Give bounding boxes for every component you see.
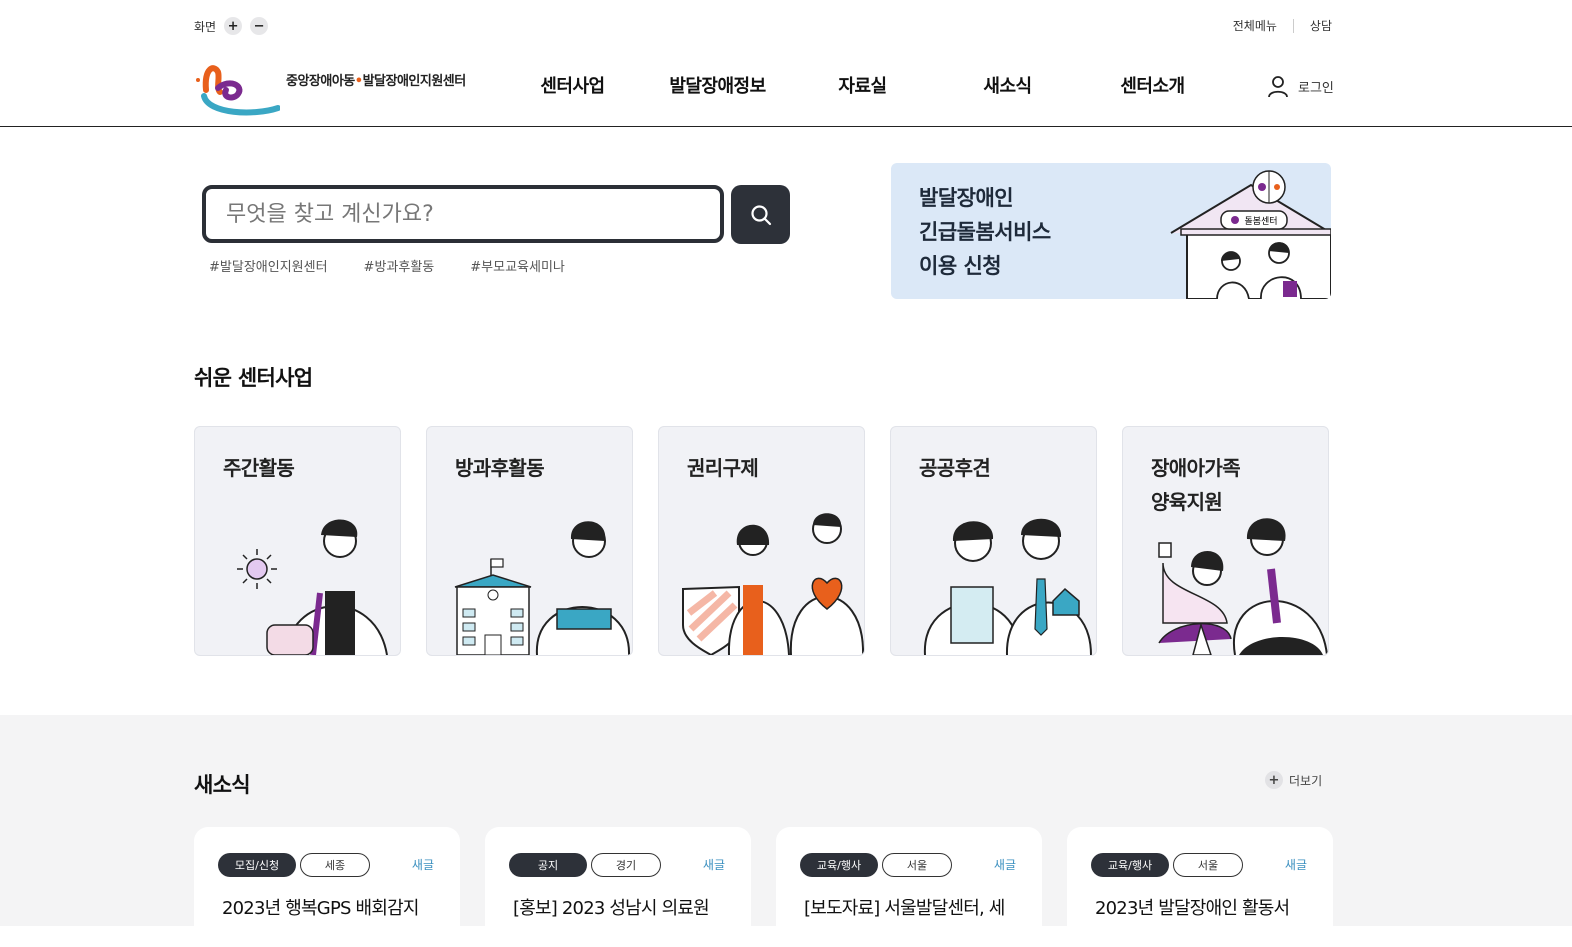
banner-sign: 돌봄센터 — [1244, 216, 1277, 227]
news-card[interactable]: 교육/행사 서울 새글 [보도자료] 서울발달센터, 세 — [776, 827, 1042, 947]
search-input[interactable] — [226, 201, 720, 227]
more-link[interactable]: + 더보기 — [1265, 771, 1322, 789]
news-card[interactable]: 교육/행사 서울 새글 2023년 발달장애인 활동서 — [1067, 827, 1333, 947]
consult-link[interactable]: 상담 — [1310, 17, 1332, 34]
new-badge: 새글 — [1284, 858, 1307, 872]
region-badge: 서울 — [882, 853, 952, 877]
plus-icon: + — [1265, 771, 1283, 789]
weekday-activity-illustration — [237, 519, 388, 655]
nav-center-business[interactable]: 센터사업 — [500, 72, 645, 98]
user-icon — [1268, 76, 1288, 98]
banner-line-2: 긴급돌봄서비스 — [919, 220, 1051, 244]
banner-line-3: 이용 신청 — [919, 254, 1002, 278]
search-area: #발달장애인지원센터 #방과후활동 #부모교육세미나 — [202, 185, 790, 275]
card-title: 공공후견 — [919, 456, 991, 480]
nav-about[interactable]: 센터소개 — [1080, 72, 1225, 98]
program-card-after-school[interactable]: 방과후활동 — [426, 426, 633, 656]
site-header: 중앙장애아동•발달장애인지원센터 센터사업 발달장애정보 자료실 새소식 센터소… — [0, 50, 1572, 127]
care-center-illustration: 돌봄센터 — [1170, 170, 1331, 299]
news-item-title: 2023년 행복GPS 배회감지 — [222, 898, 419, 919]
rights-relief-illustration — [682, 513, 864, 655]
public-guardianship-illustration — [923, 518, 1092, 655]
after-school-illustration — [454, 521, 631, 655]
news-title: 새소식 — [194, 773, 251, 797]
program-card-guardianship[interactable]: 공공후견 — [890, 426, 1097, 656]
news-item-title: [홍보] 2023 성남시 의료원 — [513, 898, 710, 919]
card-title: 방과후활동 — [455, 456, 545, 480]
program-card-rights[interactable]: 권리구제 — [658, 426, 865, 656]
family-support-illustration — [1158, 518, 1328, 655]
logo-mark-icon — [196, 65, 280, 116]
news-item-title: 2023년 발달장애인 활동서 — [1095, 898, 1290, 919]
news-card[interactable]: 공지 경기 새글 [홍보] 2023 성남시 의료원 — [485, 827, 751, 947]
zoom-label: 화면 — [194, 19, 217, 34]
utility-bar: 화면 + − 전체메뉴 상담 — [194, 14, 1332, 36]
nav-news[interactable]: 새소식 — [935, 72, 1080, 98]
search-icon — [750, 204, 771, 225]
news-card[interactable]: 모집/신청 세종 새글 2023년 행복GPS 배회감지 — [194, 827, 460, 947]
programs-title: 쉬운 센터사업 — [194, 366, 313, 390]
program-cards: 주간활동 방과후활동 권리구제 공공후견 장애아가족 양육지원 — [194, 426, 1329, 656]
new-badge: 새글 — [411, 858, 434, 872]
news-list: 모집/신청 세종 새글 2023년 행복GPS 배회감지 공지 경기 새글 [홍… — [194, 827, 1333, 947]
emergency-care-banner[interactable]: 발달장애인 긴급돌봄서비스 이용 신청 돌봄센터 — [891, 163, 1331, 299]
tag-link[interactable]: #부모교육세미나 — [470, 256, 565, 275]
login-label: 로그인 — [1298, 80, 1334, 96]
zoom-in-button[interactable]: + — [224, 17, 243, 35]
nav-library[interactable]: 자료실 — [790, 72, 935, 98]
new-badge: 새글 — [702, 858, 725, 872]
zoom-controls: 화면 + − — [194, 17, 269, 35]
search-tags: #발달장애인지원센터 #방과후활동 #부모교육세미나 — [209, 256, 565, 275]
region-badge: 서울 — [1173, 853, 1243, 877]
main-nav: 센터사업 발달장애정보 자료실 새소식 센터소개 — [500, 72, 1225, 98]
banner-line-1: 발달장애인 — [919, 186, 1014, 210]
region-badge: 경기 — [591, 853, 661, 877]
news-item-title: [보도자료] 서울발달센터, 세 — [804, 898, 1005, 919]
zoom-out-button[interactable]: − — [250, 17, 269, 35]
category-badge: 교육/행사 — [1091, 853, 1169, 877]
logo-text-2: 발달장애인지원센터 — [362, 74, 467, 89]
tag-link[interactable]: #방과후활동 — [364, 256, 435, 275]
divider — [1292, 18, 1294, 33]
site-logo[interactable]: 중앙장애아동•발달장애인지원센터 — [194, 58, 466, 116]
nav-disability-info[interactable]: 발달장애정보 — [645, 72, 790, 98]
tag-link[interactable]: #발달장애인지원센터 — [209, 256, 328, 275]
logo-text-1: 중앙장애아동 — [286, 74, 355, 89]
category-badge: 공지 — [509, 853, 587, 877]
region-badge: 세종 — [300, 853, 370, 877]
login-button[interactable]: 로그인 — [1266, 74, 1334, 98]
category-badge: 모집/신청 — [218, 853, 296, 877]
program-card-family-support[interactable]: 장애아가족 양육지원 — [1122, 426, 1329, 656]
all-menu-link[interactable]: 전체메뉴 — [1233, 17, 1277, 34]
new-badge: 새글 — [993, 858, 1016, 872]
card-title: 주간활동 — [223, 456, 295, 480]
search-button[interactable] — [731, 185, 790, 244]
search-box — [202, 185, 724, 243]
card-title: 권리구제 — [687, 456, 759, 480]
category-badge: 교육/행사 — [800, 853, 878, 877]
more-label: 더보기 — [1289, 773, 1323, 788]
program-card-weekday[interactable]: 주간활동 — [194, 426, 401, 656]
